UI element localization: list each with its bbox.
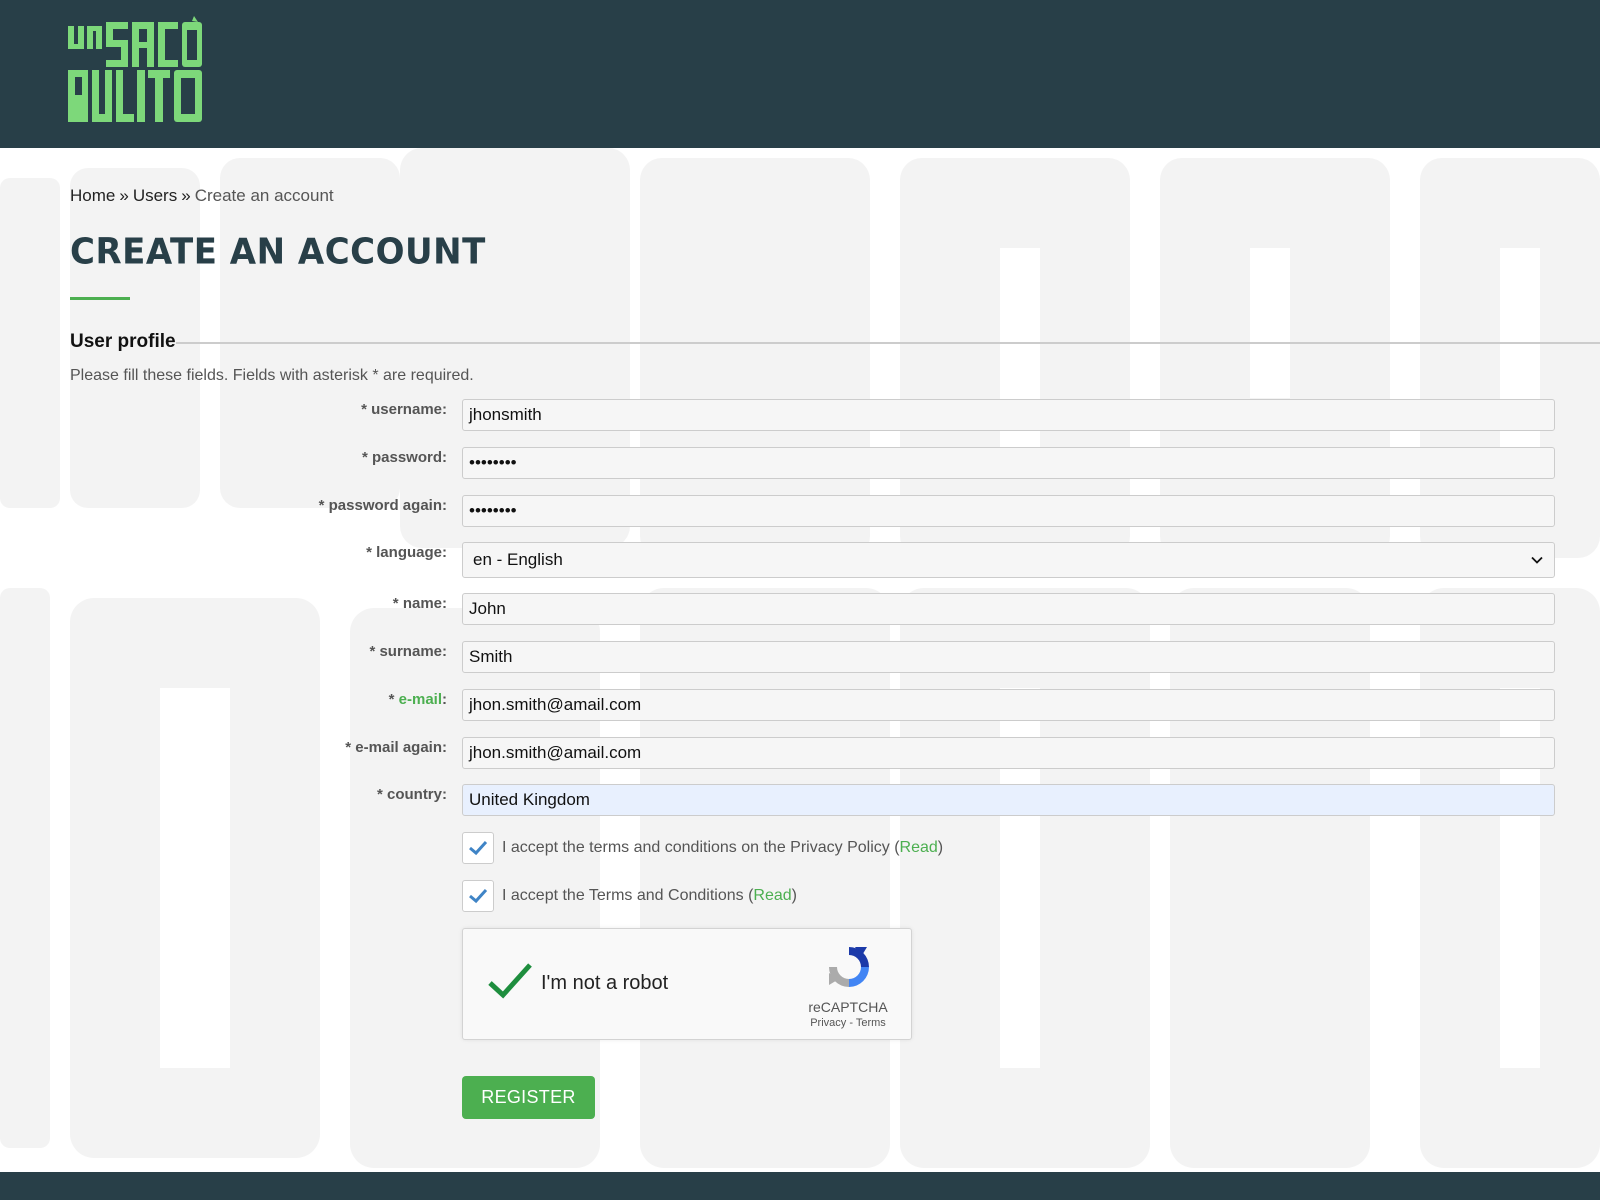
country-input[interactable]: United Kingdom [462,784,1555,816]
section-divider [176,342,1600,344]
breadcrumb-separator: » [181,186,191,205]
page-title: CREATE AN ACCOUNT [70,231,486,273]
register-button[interactable]: REGISTER [462,1076,595,1119]
country-label: * country: [376,786,447,803]
site-header [0,0,1600,148]
site-footer [0,1172,1600,1200]
surname-input[interactable]: Smith [462,641,1555,673]
chevron-down-icon [1531,556,1543,564]
password-again-row: * password again: •••••••• [0,495,1600,529]
recaptcha-brand: reCAPTCHA [808,999,888,1015]
password-label: * password: [361,449,447,466]
terms-consent-label: I accept the Terms and Conditions (Read) [502,887,797,904]
username-input[interactable]: jhonsmith [462,399,1555,431]
language-row: * language: en - English [0,542,1600,578]
username-row: * username: jhonsmith [0,399,1600,433]
name-label: * name: [392,595,447,612]
section-title: User profile [70,331,176,352]
email-input[interactable]: jhon.smith@amail.com [462,689,1555,721]
username-label: * username: [361,401,447,418]
email-label: * e-mail: [388,691,447,708]
email-again-input[interactable]: jhon.smith@amail.com [462,737,1555,769]
terms-consent: I accept the Terms and Conditions (Read) [462,879,1362,913]
privacy-checkbox[interactable] [462,832,494,864]
recaptcha-label: I'm not a robot [541,972,669,994]
name-row: * name: John [0,593,1600,627]
recaptcha-links: Privacy - Terms [810,1017,886,1029]
terms-checkbox[interactable] [462,880,494,912]
email-again-label: * e-mail again: [345,739,447,756]
language-value: en - English [473,550,563,569]
password-again-label: * password again: [318,497,447,514]
password-again-input[interactable]: •••••••• [462,495,1555,527]
privacy-read-link[interactable]: Read [900,839,938,856]
language-select[interactable]: en - English [462,542,1555,578]
password-input[interactable]: •••••••• [462,447,1555,479]
language-label: * language: [366,544,447,561]
privacy-consent-label: I accept the terms and conditions on the… [502,839,944,856]
password-row: * password: •••••••• [0,447,1600,481]
recaptcha-terms-link[interactable]: Terms [856,1017,886,1029]
name-input[interactable]: John [462,593,1555,625]
breadcrumb: Home» Users» Create an account [70,186,334,206]
breadcrumb-home[interactable]: Home [70,186,115,205]
recaptcha-checkmark-icon[interactable] [487,961,533,1001]
form-instructions: Please fill these fields. Fields with as… [70,367,474,384]
email-again-row: * e-mail again: jhon.smith@amail.com [0,737,1600,771]
breadcrumb-separator: » [119,186,129,205]
recaptcha-privacy-link[interactable]: Privacy [810,1017,846,1029]
title-underline [70,297,130,300]
email-row: * e-mail: jhon.smith@amail.com [0,689,1600,723]
privacy-consent: I accept the terms and conditions on the… [462,831,1362,865]
checkmark-icon [469,888,488,904]
terms-read-link[interactable]: Read [753,887,791,904]
surname-label: * surname: [369,643,447,660]
main-content: Home» Users» Create an account CREATE AN A… [0,148,1600,1172]
country-row: * country: United Kingdom [0,784,1600,818]
surname-row: * surname: Smith [0,641,1600,675]
site-logo[interactable] [66,14,206,126]
checkmark-icon [469,840,488,856]
breadcrumb-users[interactable]: Users [133,186,177,205]
recaptcha-logo-icon [829,947,869,987]
recaptcha-widget: I'm not a robot reCAPTCHA Privacy - Term… [462,928,912,1040]
breadcrumb-current: Create an account [194,186,334,205]
